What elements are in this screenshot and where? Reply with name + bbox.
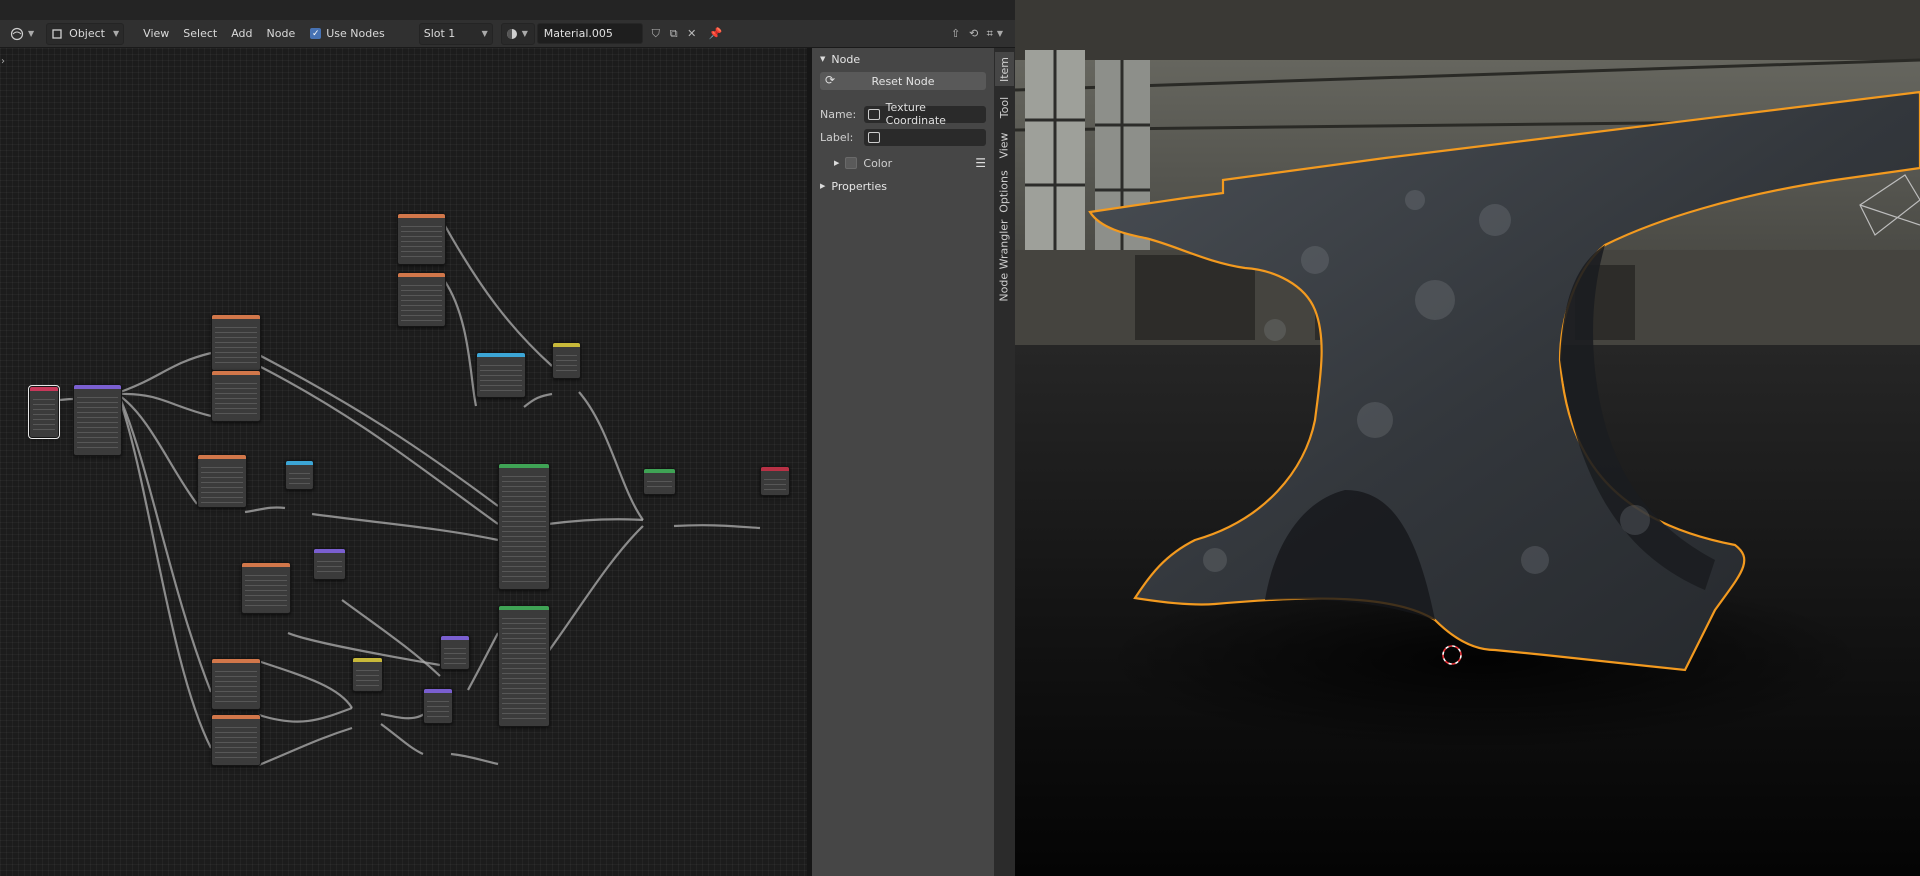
refresh-icon: ⟳ (825, 73, 836, 87)
node-image-texture-8[interactable] (211, 714, 261, 766)
list-presets-icon[interactable]: ☰ (975, 156, 986, 170)
menu-node[interactable]: Node (260, 24, 303, 44)
gizmo-dropdown[interactable]: ⌗ ▼ (983, 24, 1007, 44)
fake-user-shield-icon[interactable]: ⛉ (647, 25, 665, 43)
node-editor-header: ▼ Object ▼ View Select Add Node ✓ Use No… (0, 20, 1015, 48)
close-icon[interactable]: ✕ (683, 25, 701, 43)
material-sphere-icon (506, 28, 517, 39)
tab-tool[interactable]: Tool (995, 90, 1014, 124)
menu-select[interactable]: Select (176, 24, 224, 44)
label-label: Label: (820, 130, 854, 144)
node-mix-rgb-2[interactable] (352, 657, 383, 692)
tab-view-label: View (998, 131, 1012, 159)
node-texture-coordinate[interactable] (28, 385, 60, 439)
editor-type-button[interactable]: ▼ (6, 24, 38, 44)
reset-node-label: Reset Node (871, 74, 935, 88)
node-principled-bsdf-1[interactable] (498, 463, 550, 590)
name-row: Name: Texture Coordinate (820, 101, 986, 127)
name-label: Name: (820, 107, 857, 121)
menu-add[interactable]: Add (224, 24, 259, 44)
duplicate-icon[interactable]: ⧉ (665, 25, 683, 43)
tab-options[interactable]: Options (995, 166, 1014, 216)
node-image-texture-5[interactable] (397, 272, 446, 327)
material-name-field[interactable]: Material.005 (536, 23, 643, 44)
expanded-triangle-icon: ▼ (820, 55, 826, 63)
tab-view[interactable]: View (995, 128, 1014, 162)
node-panel-title: Node (831, 52, 861, 66)
3d-viewport[interactable] (1015, 0, 1920, 876)
node-color-ramp-2[interactable] (476, 352, 526, 398)
tab-item[interactable]: Item (995, 52, 1014, 86)
node-image-texture-6[interactable] (241, 562, 291, 614)
gizmo-icon: ⌗ (986, 26, 993, 40)
pin-icon[interactable]: 📌 (707, 25, 725, 43)
parent-arrow-icon[interactable]: ⇧ (947, 25, 965, 43)
sidebar-tabs: Item Tool View Options Node Wrangler (994, 48, 1015, 876)
tab-node-wrangler[interactable]: Node Wrangler (995, 218, 1014, 302)
node-color-ramp-1[interactable] (285, 460, 314, 490)
slot-label: Slot 1 (423, 27, 456, 40)
properties-panel-title: Properties (831, 179, 887, 193)
tab-item-label: Item (998, 56, 1012, 82)
node-icon (868, 108, 880, 120)
node-normal-map[interactable] (423, 688, 453, 724)
menu-view[interactable]: View (136, 24, 176, 44)
material-browse-button[interactable]: ▼ (500, 22, 535, 45)
chevron-down-icon: ▼ (28, 29, 35, 38)
color-checkbox[interactable] (845, 157, 858, 169)
object-mode-label: Object (69, 27, 105, 40)
node-principled-bsdf-2[interactable] (498, 605, 550, 727)
node-bump[interactable] (440, 635, 470, 670)
node-material-output[interactable] (760, 466, 790, 496)
node-icon (868, 131, 880, 143)
top-strip (0, 0, 1015, 20)
chevron-down-icon: ▼ (113, 29, 120, 38)
object-mode-dropdown[interactable]: Object ▼ (46, 22, 125, 45)
chevron-down-icon: ▼ (521, 29, 528, 38)
node-editor-canvas[interactable]: › (0, 48, 807, 876)
reset-node-button[interactable]: ⟳ Reset Node (820, 72, 986, 90)
use-nodes-toggle[interactable]: ✓ Use Nodes (306, 24, 389, 44)
node-image-texture-3[interactable] (197, 454, 247, 508)
node-mix-shader[interactable] (643, 468, 676, 495)
label-row: Label: (820, 127, 986, 147)
chevron-down-icon: ▼ (996, 29, 1003, 38)
node-panel-header[interactable]: ▼ Node (812, 50, 994, 68)
use-nodes-checkbox[interactable]: ✓ (310, 28, 322, 39)
node-mix-rgb-1[interactable] (552, 342, 581, 379)
node-editor-icon (10, 27, 24, 40)
viewport-render (1015, 0, 1920, 876)
properties-panel-header[interactable]: ▶ Properties (812, 177, 994, 195)
node-label-field[interactable] (864, 128, 986, 146)
node-image-texture-7[interactable] (211, 658, 261, 710)
chevron-down-icon: ▼ (481, 29, 488, 38)
color-subpanel-header[interactable]: ▶ Color ☰ (820, 153, 986, 173)
tab-tool-label: Tool (998, 96, 1011, 118)
collapsed-triangle-icon: ▶ (834, 159, 840, 167)
node-image-texture-4[interactable] (397, 213, 446, 265)
node-image-texture-1[interactable] (211, 314, 261, 371)
node-sidebar: ▼ Node ⟳ Reset Node Name: Texture Coordi… (812, 48, 994, 876)
node-name-field[interactable]: Texture Coordinate (864, 101, 986, 127)
node-image-texture-2[interactable] (211, 370, 261, 422)
node-vector-math[interactable] (313, 548, 346, 580)
tab-options-label: Options (998, 169, 1012, 213)
material-name-text: Material.005 (543, 27, 613, 40)
node-links (56, 223, 761, 767)
color-label: Color (863, 156, 893, 170)
node-mapping[interactable] (73, 384, 122, 456)
use-nodes-label: Use Nodes (326, 27, 385, 40)
collapsed-triangle-icon: ▶ (820, 182, 826, 190)
tab-node-wrangler-label: Node Wrangler (998, 218, 1011, 302)
slot-dropdown[interactable]: Slot 1 ▼ (418, 22, 493, 45)
node-name-value: Texture Coordinate (885, 101, 946, 127)
snap-icon[interactable]: ⟲ (965, 25, 983, 43)
object-cube-icon (52, 28, 62, 39)
